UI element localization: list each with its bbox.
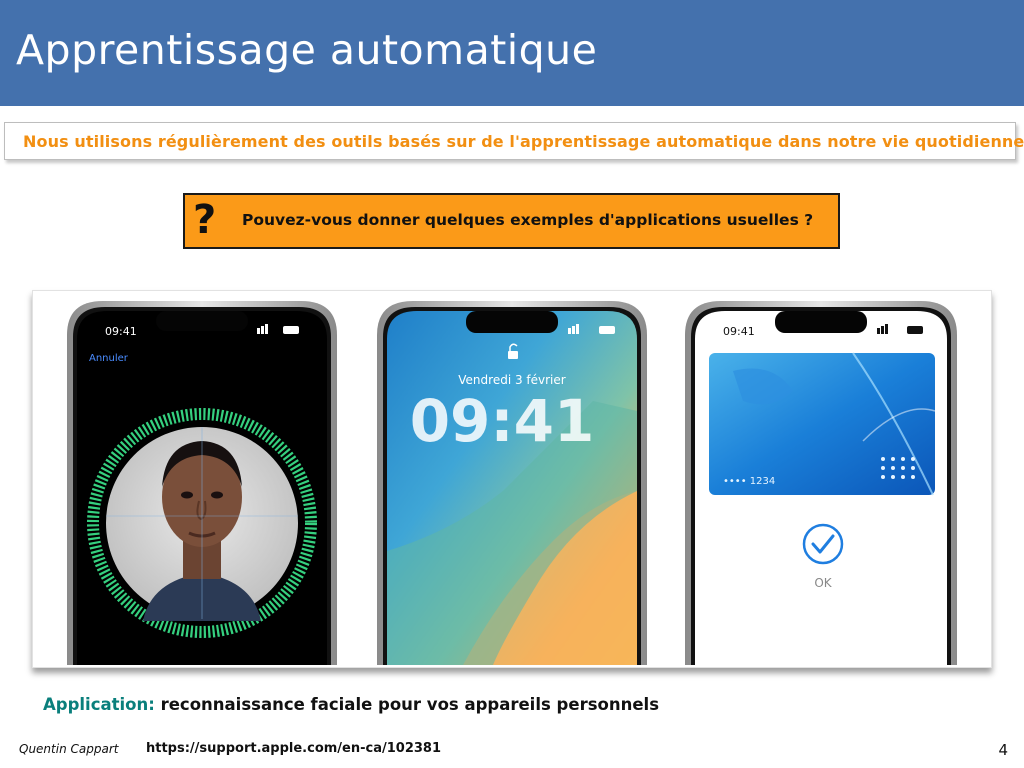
slide-title: Apprentissage automatique <box>16 26 598 74</box>
phone-payment: 09:41 •••• 1234 OK <box>685 301 957 665</box>
phones-figure: 09:41 Annuler Vendredi 3 février 09:41 0… <box>32 290 992 668</box>
phone3-time: 09:41 <box>723 325 755 338</box>
phone-lockscreen: Vendredi 3 février 09:41 <box>377 301 647 665</box>
phone-faceid: 09:41 Annuler <box>67 301 337 665</box>
question-box: ? Pouvez-vous donner quelques exemples d… <box>183 193 840 249</box>
application-text: reconnaissance faciale pour vos appareil… <box>160 695 660 714</box>
lock-time: 09:41 <box>410 387 595 455</box>
ok-label: OK <box>814 576 832 590</box>
question-mark-icon: ? <box>193 197 217 243</box>
card-number: •••• 1234 <box>723 476 775 487</box>
phone1-time: 09:41 <box>105 325 137 338</box>
cancel-button[interactable]: Annuler <box>89 353 129 364</box>
intro-box: Nous utilisons régulièrement des outils … <box>4 122 1024 160</box>
intro-text: Nous utilisons régulièrement des outils … <box>23 132 1024 151</box>
application-line: Application: reconnaissance faciale pour… <box>43 695 659 714</box>
page-number: 4 <box>998 741 1008 759</box>
question-text: Pouvez-vous donner quelques exemples d'a… <box>242 211 814 229</box>
footer-url[interactable]: https://support.apple.com/en-ca/102381 <box>146 741 441 756</box>
title-bar: Apprentissage automatique <box>0 0 1024 106</box>
lock-date: Vendredi 3 février <box>458 373 566 387</box>
payment-card: •••• 1234 <box>709 352 936 496</box>
phones-illustration: 09:41 Annuler Vendredi 3 février 09:41 0… <box>39 299 985 665</box>
application-label: Application: <box>43 695 155 714</box>
footer-author: Quentin Cappart <box>19 742 119 756</box>
